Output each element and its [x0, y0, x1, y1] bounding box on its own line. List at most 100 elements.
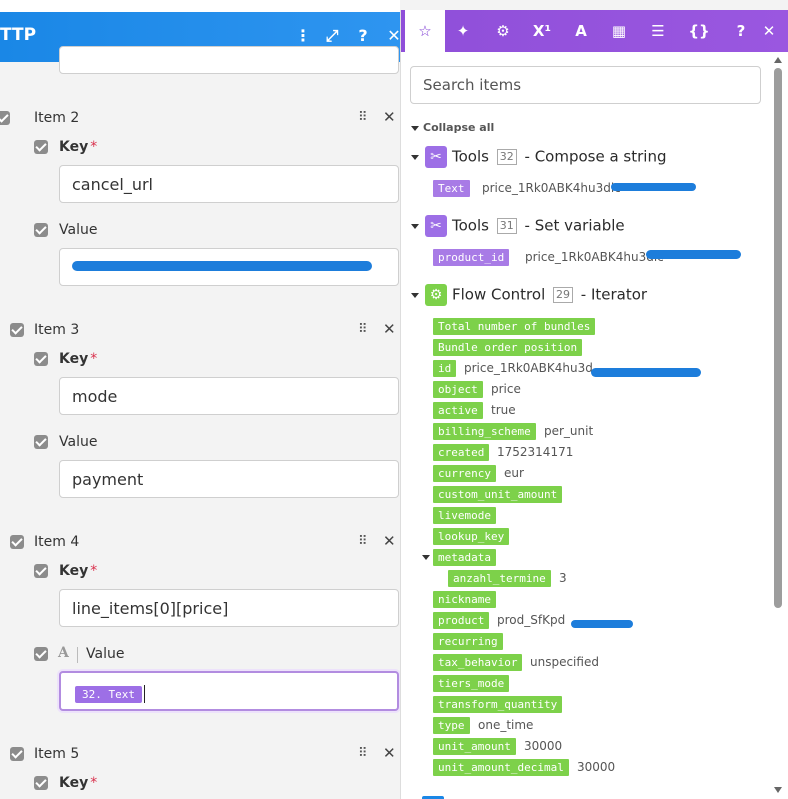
module-29-header[interactable]: ⚙ Flow Control 29 - Iterator	[411, 284, 647, 308]
item-4-key-input[interactable]: line_items[0][price]	[59, 589, 399, 627]
item-2-checkbox[interactable]	[0, 111, 10, 125]
product-id-tag[interactable]: product_id	[433, 249, 510, 266]
close-icon[interactable]: ✕	[383, 25, 400, 47]
http-module-panel: TTP ⋮ ⤢ ? ✕ Item 2 ⠿ ✕ Key * cancel_url V…	[0, 0, 400, 799]
iterator-field-tag[interactable]: custom_unit_amount	[433, 486, 563, 503]
key-checkbox[interactable]	[34, 352, 48, 366]
divider	[77, 647, 78, 663]
item-5-label: Item 5	[34, 746, 80, 762]
remove-item-5-button[interactable]: ✕	[383, 744, 396, 762]
item-2-key-input[interactable]: cancel_url	[59, 165, 399, 203]
iterator-field-tag[interactable]: type	[433, 717, 470, 734]
top-gap	[400, 0, 788, 10]
iterator-field-tag[interactable]: tiers_mode	[433, 675, 510, 692]
text-icon[interactable]: A	[561, 10, 601, 52]
redaction-mark	[571, 620, 633, 628]
drag-handle-icon[interactable]: ⠿	[358, 110, 367, 125]
value-checkbox[interactable]	[34, 223, 48, 237]
iterator-field-tag[interactable]: anzahl_termine	[448, 570, 551, 587]
scroll-down-arrow[interactable]	[774, 787, 782, 793]
item-5-checkbox[interactable]	[10, 747, 24, 761]
iterator-field-tag[interactable]: livemode	[433, 507, 496, 524]
iterator-field-tag[interactable]: unit_amount_decimal	[433, 759, 569, 776]
key-label: Key *	[59, 139, 98, 155]
remove-item-4-button[interactable]: ✕	[383, 532, 396, 550]
search-input[interactable]: Search items	[410, 66, 761, 104]
chevron-down-icon	[411, 223, 419, 229]
iterator-field-tag[interactable]: transform_quantity	[433, 696, 563, 713]
app-root: TTP ⋮ ⤢ ? ✕ Item 2 ⠿ ✕ Key * cancel_url V…	[0, 0, 788, 799]
gear-icon[interactable]: ⚙	[483, 10, 523, 52]
collapse-all-button[interactable]: Collapse all	[411, 121, 494, 134]
text-caret	[143, 684, 145, 703]
item-3-value-input[interactable]: payment	[59, 460, 399, 498]
flow-control-gear-icon: ⚙	[425, 284, 447, 306]
sparkle-icon[interactable]: ✦	[443, 10, 483, 52]
drag-handle-icon[interactable]: ⠿	[358, 746, 367, 761]
key-label: Key *	[59, 563, 98, 579]
iterator-field-tag[interactable]: currency	[433, 465, 496, 482]
chevron-down-icon[interactable]	[422, 555, 430, 560]
value-label: Value	[86, 646, 125, 662]
iterator-field-tag[interactable]: nickname	[433, 591, 496, 608]
item-2-value-input[interactable]	[59, 248, 399, 286]
iterator-field-tag[interactable]: Bundle order position	[433, 339, 583, 356]
iterator-field-value: per_unit	[544, 424, 594, 438]
value-checkbox[interactable]	[34, 647, 48, 661]
close-icon[interactable]: ✕	[749, 10, 788, 52]
iterator-field-value: price	[491, 382, 521, 396]
iterator-field-value: price_1Rk0ABK4hu3d	[464, 361, 593, 375]
scroll-up-arrow[interactable]	[774, 57, 782, 63]
key-checkbox[interactable]	[34, 776, 48, 790]
drag-handle-icon[interactable]: ⠿	[358, 534, 367, 549]
item-4-value-input[interactable]: 32. Text	[59, 671, 399, 711]
key-label: Key *	[59, 775, 98, 791]
panel-title: TTP	[0, 25, 37, 45]
top-gap	[0, 0, 400, 12]
more-icon[interactable]: ⋮	[292, 25, 314, 47]
iterator-field-tag[interactable]: active	[433, 402, 483, 419]
remove-item-2-button[interactable]: ✕	[383, 108, 396, 126]
item-4-checkbox[interactable]	[10, 535, 24, 549]
iterator-field-value: unspecified	[530, 655, 599, 669]
module-31-header[interactable]: ✂ Tools 31 - Set variable	[411, 215, 625, 239]
value-checkbox[interactable]	[34, 435, 48, 449]
key-checkbox[interactable]	[34, 564, 48, 578]
chevron-down-icon	[411, 125, 419, 131]
scrollbar-thumb[interactable]	[774, 68, 782, 608]
item-3-key-input[interactable]: mode	[59, 377, 399, 415]
remove-item-3-button[interactable]: ✕	[383, 320, 396, 338]
iterator-field-tag[interactable]: product	[433, 612, 490, 629]
braces-icon[interactable]: {}	[679, 10, 719, 52]
item-3-checkbox[interactable]	[10, 323, 24, 337]
text-item-tag[interactable]: Text	[433, 180, 470, 197]
expand-icon[interactable]: ⤢	[321, 25, 343, 47]
mapped-variable-pill[interactable]: 32. Text	[75, 686, 142, 703]
drag-handle-icon[interactable]: ⠿	[358, 322, 367, 337]
iterator-field-tag[interactable]: id	[433, 360, 457, 377]
previous-value-field[interactable]	[59, 46, 399, 74]
tools-icon: ✂	[425, 215, 447, 237]
iterator-field-tag[interactable]: tax_behavior	[433, 654, 523, 671]
iterator-field-tag[interactable]: billing_scheme	[433, 423, 536, 440]
module-32-header[interactable]: ✂ Tools 32 - Compose a string	[411, 146, 667, 170]
superscript-icon[interactable]: X¹	[522, 10, 562, 52]
calendar-icon[interactable]: ▦	[599, 10, 639, 52]
help-icon[interactable]: ?	[352, 25, 374, 47]
iterator-field-tag[interactable]: recurring	[433, 633, 503, 650]
value-label: Value	[59, 434, 98, 450]
star-icon[interactable]: ☆	[405, 10, 445, 52]
table-icon[interactable]: ☰	[638, 10, 678, 52]
chevron-down-icon	[411, 154, 419, 160]
text-item-value: price_1Rk0ABK4hu3dlc	[482, 181, 621, 195]
key-checkbox[interactable]	[34, 140, 48, 154]
iterator-field-tag[interactable]: metadata	[433, 549, 496, 566]
iterator-field-tag[interactable]: object	[433, 381, 483, 398]
iterator-field-value: true	[491, 403, 516, 417]
iterator-field-tag[interactable]: unit_amount	[433, 738, 516, 755]
redaction-mark	[646, 250, 741, 259]
iterator-field-value: 3	[559, 571, 567, 585]
iterator-field-tag[interactable]: Total number of bundles	[433, 318, 596, 335]
iterator-field-tag[interactable]: lookup_key	[433, 528, 510, 545]
iterator-field-tag[interactable]: created	[433, 444, 490, 461]
